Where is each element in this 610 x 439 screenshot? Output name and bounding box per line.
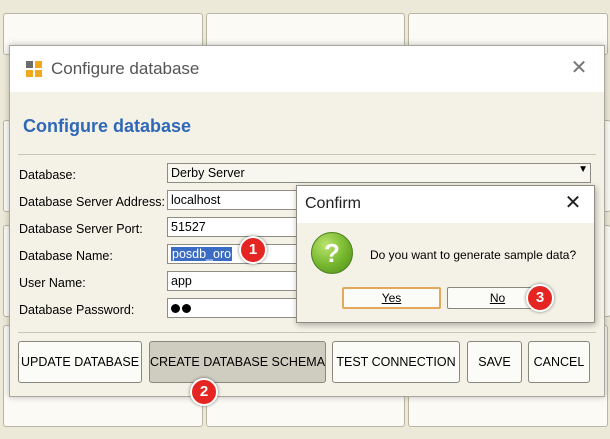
database-label: Database: [19, 168, 76, 182]
panel-heading: Configure database [23, 116, 192, 136]
step-badge-1: 1 [239, 236, 267, 264]
dialog-title: Configure database [51, 59, 200, 78]
database-name-input[interactable]: posdb_oro [167, 244, 307, 264]
confirm-titlebar[interactable]: Confirm ✕ [297, 186, 594, 223]
yes-label: Yes [381, 291, 402, 305]
database-name-label: Database Name: [19, 249, 113, 263]
database-select[interactable]: Derby Server ▼ [167, 163, 591, 183]
step-badge-3: 3 [526, 284, 554, 312]
database-select-value: Derby Server [171, 166, 245, 180]
step-badge-2: 2 [190, 378, 218, 406]
password-label: Database Password: [19, 303, 135, 317]
update-database-button[interactable]: UPDATE DATABASE [18, 341, 142, 383]
user-name-input[interactable]: app [167, 271, 307, 291]
database-name-value: posdb_oro [171, 247, 233, 261]
test-connection-button[interactable]: TEST CONNECTION [332, 341, 460, 383]
server-address-input[interactable]: localhost [167, 190, 307, 210]
cancel-button[interactable]: CANCEL [528, 341, 590, 383]
save-button[interactable]: SAVE [467, 341, 522, 383]
chevron-down-icon[interactable]: ▼ [578, 164, 588, 175]
server-address-value: localhost [171, 193, 221, 207]
password-mask-dot [182, 304, 191, 314]
close-icon[interactable]: ✕ [568, 57, 590, 79]
no-label: No [489, 291, 506, 305]
create-database-schema-button[interactable]: CREATE DATABASE SCHEMA [149, 341, 326, 383]
server-port-value: 51527 [171, 220, 206, 234]
app-logo-icon [26, 61, 43, 78]
dialog-titlebar[interactable]: Configure database ✕ [10, 46, 604, 92]
user-name-label: User Name: [19, 276, 86, 290]
divider [18, 154, 596, 155]
server-port-label: Database Server Port: [19, 222, 143, 236]
password-input[interactable] [167, 298, 307, 318]
server-address-label: Database Server Address: [19, 195, 165, 209]
yes-button[interactable]: Yes [342, 287, 441, 309]
confirm-title: Confirm [305, 195, 362, 212]
divider [18, 332, 596, 333]
user-name-value: app [171, 274, 192, 288]
question-icon: ? [311, 232, 353, 274]
close-icon[interactable]: ✕ [562, 192, 584, 214]
password-mask-dot [171, 304, 180, 314]
server-port-input[interactable]: 51527 [167, 217, 307, 237]
confirm-message: Do you want to generate sample data? [370, 248, 577, 262]
